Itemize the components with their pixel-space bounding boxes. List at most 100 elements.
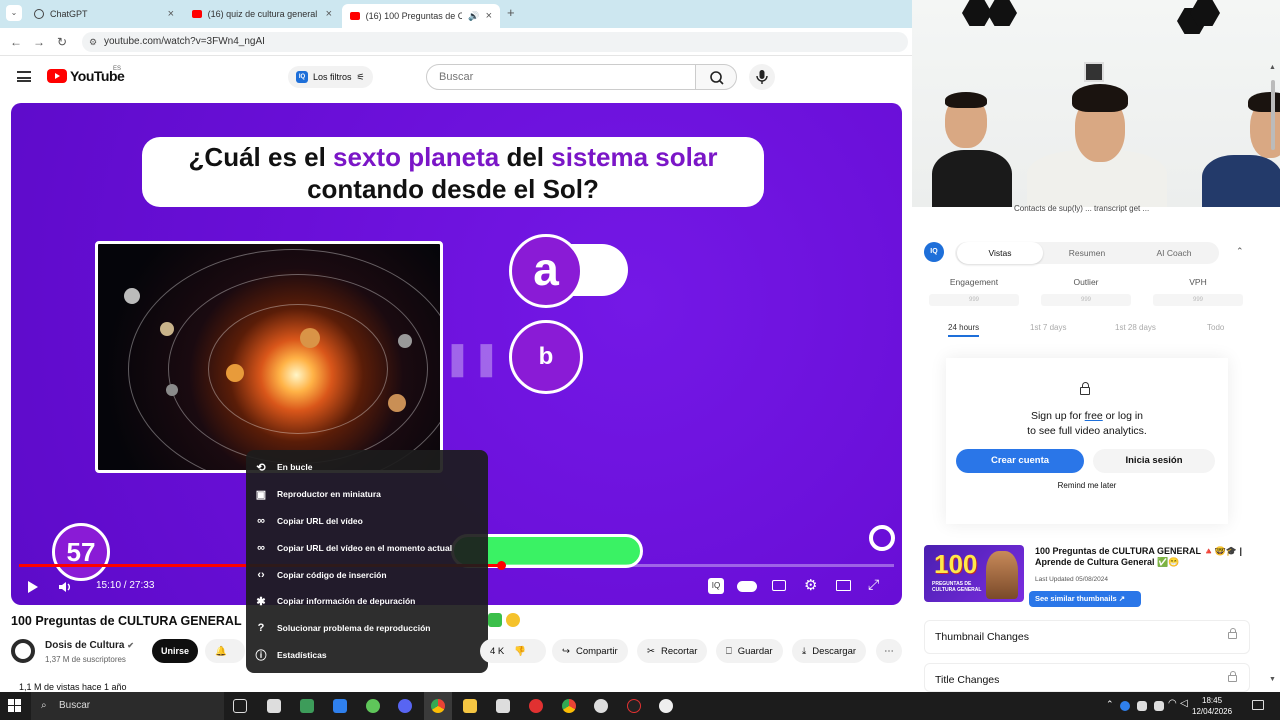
save-button[interactable]: ⎕ Guardar bbox=[716, 639, 783, 663]
like-dislike-group[interactable]: 4 K 👎 bbox=[480, 639, 546, 663]
wifi-icon[interactable]: ◠ bbox=[1168, 698, 1177, 709]
taskbar-search[interactable]: ⌕ Buscar bbox=[31, 692, 224, 720]
tab-list-button[interactable]: ⌄ bbox=[6, 5, 22, 21]
site-info-icon[interactable]: ⚙ bbox=[89, 32, 97, 52]
remind-later-link[interactable]: Remind me later bbox=[946, 481, 1228, 490]
pause-icon: ❚❚ bbox=[444, 340, 502, 376]
fullscreen-icon[interactable]: ⤢ bbox=[868, 576, 879, 593]
search-button[interactable] bbox=[695, 64, 737, 90]
menu-item-stats[interactable]: ⓘ Estadísticas bbox=[246, 642, 488, 669]
recommendation-title[interactable]: 100 Preguntas de CULTURA GENERAL 🔺🤓🎓 | A… bbox=[1035, 546, 1275, 568]
app-icon-4[interactable] bbox=[366, 699, 380, 713]
new-tab-button[interactable]: + bbox=[507, 5, 515, 20]
download-button[interactable]: ⤓ Descargar bbox=[792, 639, 867, 663]
audio-icon[interactable]: 🔊 bbox=[468, 11, 479, 22]
close-tab-icon[interactable]: × bbox=[326, 8, 332, 20]
question-highlight: sistema solar bbox=[551, 142, 718, 172]
discord-icon[interactable] bbox=[398, 699, 412, 713]
reload-icon[interactable]: ↻ bbox=[57, 35, 67, 49]
share-button[interactable]: ↪ Compartir bbox=[552, 639, 628, 663]
search-input[interactable] bbox=[426, 64, 696, 90]
range-28-days[interactable]: 1st 28 days bbox=[1115, 323, 1156, 332]
thumb-number: 100 bbox=[934, 549, 978, 579]
create-account-button[interactable]: Crear cuenta bbox=[956, 449, 1084, 473]
app-icon-8[interactable] bbox=[659, 699, 673, 713]
autoplay-toggle[interactable] bbox=[737, 581, 757, 592]
windows-start-icon[interactable] bbox=[8, 699, 22, 713]
app-icon-7[interactable] bbox=[627, 699, 641, 713]
page-scrollbar[interactable]: ▲ ▼ bbox=[1268, 56, 1278, 692]
menu-item-debug[interactable]: ✱ Copiar información de depuración bbox=[246, 588, 488, 615]
more-actions-button[interactable]: ⋯ bbox=[876, 639, 902, 663]
lock-icon bbox=[1228, 628, 1237, 639]
volume-tray-icon[interactable]: ◁ bbox=[1180, 698, 1188, 709]
tray-chevron-icon[interactable]: ⌃ bbox=[1106, 699, 1114, 710]
collapse-icon[interactable]: ⌃ bbox=[1236, 246, 1244, 257]
menu-item-embed[interactable]: ‹› Copiar código de inserción bbox=[246, 561, 488, 588]
close-tab-icon[interactable]: × bbox=[486, 10, 492, 22]
feature-label: Thumbnail Changes bbox=[935, 631, 1029, 643]
menu-item-troubleshoot[interactable]: ? Solucionar problema de reproducción bbox=[246, 615, 488, 642]
tray-app-icon[interactable] bbox=[1154, 701, 1164, 711]
feature-title-changes[interactable]: Title Changes bbox=[924, 663, 1250, 692]
app-icon-3[interactable] bbox=[333, 699, 347, 713]
play-icon[interactable] bbox=[25, 580, 39, 594]
tab-vistas[interactable]: Vistas bbox=[957, 242, 1043, 264]
tab-chatgpt[interactable]: ChatGPT × bbox=[26, 4, 182, 24]
subtitles-icon[interactable] bbox=[772, 580, 786, 591]
iq-tab-group: Vistas Resumen AI Coach bbox=[955, 242, 1219, 264]
tab-ai-coach[interactable]: AI Coach bbox=[1131, 242, 1217, 264]
filters-label: Los filtros bbox=[313, 72, 352, 82]
iq-player-icon[interactable]: IQ bbox=[708, 578, 724, 594]
voice-search-button[interactable] bbox=[749, 64, 775, 90]
volume-icon[interactable] bbox=[56, 578, 74, 596]
tray-network-icon[interactable] bbox=[1137, 701, 1147, 711]
system-clock[interactable]: 18:45 12/04/2026 bbox=[1192, 695, 1232, 717]
menu-item-copy-url[interactable]: ∞ Copiar URL del vídeo bbox=[246, 508, 488, 535]
channel-name[interactable]: Dosis de Cultura ✔ bbox=[45, 640, 134, 651]
file-explorer-icon[interactable] bbox=[463, 699, 477, 713]
filters-button[interactable]: IQ Los filtros ⚟ bbox=[288, 66, 373, 88]
settings-gear-icon[interactable]: ⚙ bbox=[804, 576, 817, 594]
metric-vph-label: VPH bbox=[1189, 277, 1207, 287]
check-emoji-icon bbox=[488, 613, 502, 627]
recommendation-thumbnail[interactable]: 100 PREGUNTAS DE CULTURA GENERAL bbox=[924, 545, 1024, 602]
range-24-hours[interactable]: 24 hours bbox=[948, 323, 980, 337]
tab-video-active[interactable]: (16) 100 Preguntas de CUL 🔊 × bbox=[342, 4, 500, 28]
chrome-icon[interactable] bbox=[431, 699, 445, 713]
app-icon-5[interactable] bbox=[496, 699, 510, 713]
join-button[interactable]: Unirse bbox=[152, 639, 198, 663]
tray-cloud-icon[interactable] bbox=[1120, 701, 1130, 711]
theater-mode-icon[interactable] bbox=[836, 580, 851, 591]
similar-thumbnails-button[interactable]: See similar thumbnails ↗ bbox=[1029, 591, 1141, 607]
range-7-days[interactable]: 1st 7 days bbox=[1030, 323, 1066, 332]
tab-resumen[interactable]: Resumen bbox=[1044, 242, 1130, 264]
login-button[interactable]: Inicia sesión bbox=[1093, 449, 1215, 473]
channel-avatar[interactable] bbox=[11, 639, 35, 663]
signup-message: Sign up for free or log in to see full v… bbox=[946, 409, 1228, 439]
menu-item-loop[interactable]: ⟲ En bucle bbox=[246, 454, 488, 481]
notification-icon[interactable] bbox=[1252, 700, 1264, 710]
scrubber-handle[interactable] bbox=[497, 561, 506, 570]
menu-item-miniplayer[interactable]: ▣ Reproductor en miniatura bbox=[246, 481, 488, 508]
channel-watermark-icon[interactable] bbox=[869, 525, 895, 551]
clip-button[interactable]: ✂ Recortar bbox=[637, 639, 708, 663]
forward-icon[interactable]: → bbox=[33, 35, 45, 49]
app-icon-2[interactable] bbox=[300, 699, 314, 713]
settings-icon[interactable] bbox=[594, 699, 608, 713]
range-all[interactable]: Todo bbox=[1207, 323, 1224, 332]
app-icon-1[interactable] bbox=[267, 699, 281, 713]
menu-icon[interactable] bbox=[17, 71, 31, 82]
url-field[interactable]: ⚙ youtube.com/watch?v=3FWn4_ngAI bbox=[82, 32, 908, 52]
tab-quiz[interactable]: (16) quiz de cultura general - Yo × bbox=[184, 4, 340, 24]
menu-item-copy-url-time[interactable]: ∞ Copiar URL del vídeo en el momento actu… bbox=[246, 534, 488, 561]
back-icon[interactable]: ← bbox=[10, 35, 22, 49]
app-icon-6[interactable] bbox=[529, 699, 543, 713]
tab-label: (16) 100 Preguntas de CUL bbox=[365, 11, 463, 21]
close-tab-icon[interactable]: × bbox=[168, 8, 174, 20]
dislike-icon[interactable]: 👎 bbox=[514, 646, 526, 657]
feature-thumbnail-changes[interactable]: Thumbnail Changes bbox=[924, 620, 1250, 654]
notifications-button[interactable]: 🔔 bbox=[205, 639, 245, 663]
task-view-icon[interactable] bbox=[233, 699, 247, 713]
chrome-icon-2[interactable] bbox=[562, 699, 576, 713]
